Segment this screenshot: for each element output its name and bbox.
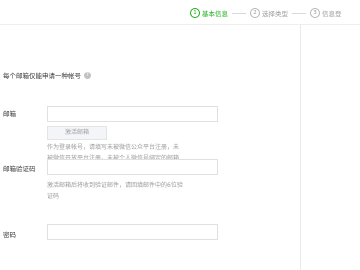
registration-steps: 1 基本信息 2 选择类型 3 信息登 <box>190 6 360 20</box>
code-tip-line-2: 证码 <box>47 193 60 200</box>
email-notice: 每个邮箱仅能申请一种帐号 ? <box>3 70 91 80</box>
step-label-1: 基本信息 <box>202 10 228 18</box>
activate-email-button[interactable]: 激活邮箱 <box>47 126 107 140</box>
password-label: 密码 <box>3 231 16 239</box>
code-tip-line-1: 激活邮箱后将收到验证邮件，请回填邮件中的6位验 <box>47 182 183 189</box>
step-separator <box>292 12 306 14</box>
step-label-3: 信息登 <box>322 10 342 18</box>
code-label: 邮箱验证码 <box>3 165 36 173</box>
email-code-input[interactable] <box>47 159 218 175</box>
help-icon[interactable]: ? <box>84 71 91 79</box>
step-select-type: 2 选择类型 <box>250 8 288 18</box>
step-info-register: 3 信息登 <box>310 8 342 18</box>
step-number-2: 2 <box>250 8 260 18</box>
email-label: 邮箱 <box>3 110 16 118</box>
step-basic-info: 1 基本信息 <box>190 8 228 18</box>
header-divider <box>0 24 360 25</box>
step-label-2: 选择类型 <box>262 10 288 18</box>
email-input[interactable] <box>47 106 218 122</box>
step-number-3: 3 <box>310 8 320 18</box>
email-notice-text: 每个邮箱仅能申请一种帐号 <box>3 72 81 80</box>
sidebar-divider <box>300 25 301 270</box>
step-number-1: 1 <box>190 8 200 18</box>
code-tip: 激活邮箱后将收到验证邮件，请回填邮件中的6位验 证码 <box>47 180 242 202</box>
step-separator <box>232 12 246 14</box>
email-tip-line-1: 作为登录帐号，请填写未被微信公众平台注册，未 <box>47 144 180 151</box>
password-input[interactable] <box>47 224 218 240</box>
